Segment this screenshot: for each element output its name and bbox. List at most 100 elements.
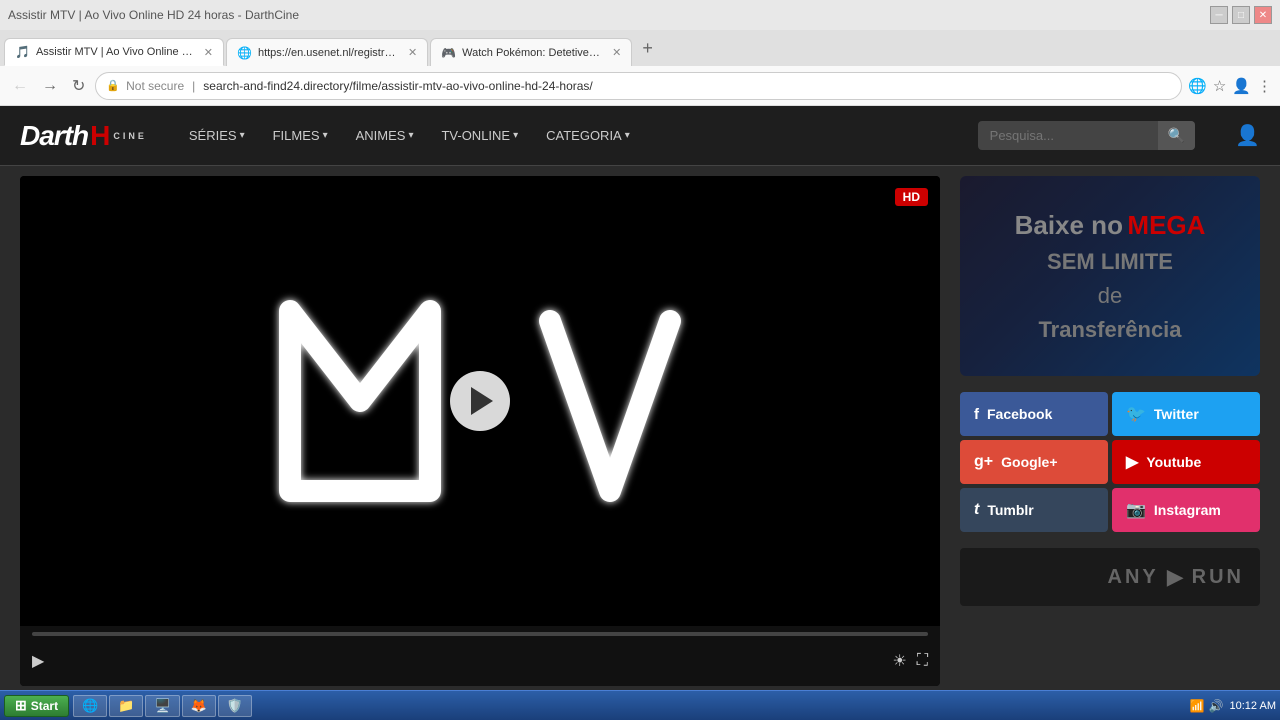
search-input[interactable] (978, 122, 1158, 149)
monitor-icon: 🖥️ (154, 698, 170, 714)
tab-1[interactable]: 🎵 Assistir MTV | Ao Vivo Online HD 24 ..… (4, 38, 224, 66)
play-control-button[interactable]: ▶ (32, 651, 44, 671)
site-header: Darth H CINE SÉRIES ▾ FILMES ▾ ANIMES ▾ … (0, 106, 1280, 166)
maximize-button[interactable]: □ (1232, 6, 1250, 24)
new-tab-button[interactable]: + (634, 38, 661, 59)
facebook-button[interactable]: f Facebook (960, 392, 1108, 436)
security-text: Not secure (126, 79, 184, 93)
taskbar-items: 🌐 📁 🖥️ 🦊 🛡️ (73, 695, 252, 717)
twitter-button[interactable]: 🐦 Twitter (1112, 392, 1260, 436)
series-arrow: ▾ (240, 130, 245, 141)
tray-sound-icon: 🔊 (1209, 699, 1224, 713)
folder-icon: 📁 (118, 698, 134, 714)
tumblr-button[interactable]: t Tumblr (960, 488, 1108, 532)
youtube-icon: ▶ (1126, 452, 1138, 472)
taskbar-antivirus[interactable]: 🛡️ (218, 695, 252, 717)
googleplus-button[interactable]: g+ Google+ (960, 440, 1108, 484)
ad-line1: Baixe no MEGA (1015, 210, 1206, 241)
profile-button[interactable]: 👤 (1232, 77, 1251, 95)
anyrun-play-icon: ▶ (1167, 564, 1184, 590)
video-section: HD ▶ ☀ ⛶ Video Sources 1294 Views (20, 176, 940, 690)
taskbar: ⊞ Start 🌐 📁 🖥️ 🦊 🛡️ 📶 🔊 10:12 AM (0, 690, 1280, 720)
windows-icon: ⊞ (15, 697, 27, 714)
tab-2-title: https://en.usenet.nl/registration/?u... (258, 47, 398, 59)
ad-sem-limite: SEM LIMITE (1047, 249, 1173, 275)
tab-bar: 🎵 Assistir MTV | Ao Vivo Online HD 24 ..… (0, 30, 1280, 66)
googleplus-icon: g+ (974, 453, 993, 471)
nav-tv-online[interactable]: TV-ONLINE ▾ (429, 120, 530, 151)
twitter-icon: 🐦 (1126, 404, 1146, 424)
anyrun-banner: ANY ▶ RUN (960, 548, 1260, 606)
firefox-icon: 🦊 (191, 698, 207, 714)
youtube-button[interactable]: ▶ Youtube (1112, 440, 1260, 484)
filmes-arrow: ▾ (323, 130, 328, 141)
brightness-button[interactable]: ☀ (892, 651, 906, 671)
taskbar-right: 📶 🔊 10:12 AM (1190, 699, 1276, 713)
ad-transferencia: Transferência (1038, 317, 1181, 343)
tab-2-close[interactable]: ✕ (408, 46, 417, 59)
tab-3-favicon: 🎮 (441, 46, 456, 60)
forward-button[interactable]: → (38, 75, 62, 97)
window-controls: ─ □ ✕ (1210, 6, 1272, 24)
taskbar-explorer[interactable]: 📁 (109, 695, 143, 717)
url-text: search-and-find24.directory/filme/assist… (203, 79, 592, 93)
tab-1-close[interactable]: ✕ (204, 46, 213, 59)
categoria-arrow: ▾ (625, 130, 630, 141)
reload-button[interactable]: ↻ (68, 74, 89, 98)
taskbar-ie[interactable]: 🌐 (73, 695, 107, 717)
instagram-icon: 📷 (1126, 500, 1146, 520)
address-bar[interactable]: 🔒 Not secure | search-and-find24.directo… (95, 72, 1182, 100)
tv-arrow: ▾ (513, 130, 518, 141)
video-controls: ▶ ☀ ⛶ (20, 636, 940, 686)
animes-arrow: ▾ (408, 130, 413, 141)
minimize-button[interactable]: ─ (1210, 6, 1228, 24)
close-button[interactable]: ✕ (1254, 6, 1272, 24)
play-button-overlay[interactable] (450, 371, 510, 431)
tab-2[interactable]: 🌐 https://en.usenet.nl/registration/?u..… (226, 38, 428, 66)
hd-badge: HD (895, 188, 928, 206)
anyrun-text: ANY (1108, 566, 1159, 589)
ie-icon: 🌐 (82, 698, 98, 714)
logo-h: H (90, 120, 109, 152)
website: Darth H CINE SÉRIES ▾ FILMES ▾ ANIMES ▾ … (0, 106, 1280, 690)
video-frame: HD (20, 176, 940, 626)
play-icon (471, 387, 493, 415)
video-progress-area (20, 626, 940, 636)
nav-bar: ← → ↻ 🔒 Not secure | search-and-find24.d… (0, 66, 1280, 106)
taskbar-monitor[interactable]: 🖥️ (145, 695, 179, 717)
video-container: HD ▶ ☀ ⛶ (20, 176, 940, 686)
nav-categoria[interactable]: CATEGORIA ▾ (534, 120, 642, 151)
tumblr-icon: t (974, 501, 979, 519)
search-button[interactable]: 🔍 (1158, 121, 1195, 150)
nav-series[interactable]: SÉRIES ▾ (177, 120, 257, 151)
site-logo[interactable]: Darth H CINE (20, 120, 147, 152)
taskbar-firefox[interactable]: 🦊 (182, 695, 216, 717)
tab-1-favicon: 🎵 (15, 45, 30, 59)
bookmark-button[interactable]: ☆ (1213, 77, 1226, 95)
social-grid: f Facebook 🐦 Twitter g+ Google+ ▶ Youtub… (960, 392, 1260, 532)
back-button[interactable]: ← (8, 75, 32, 97)
instagram-button[interactable]: 📷 Instagram (1112, 488, 1260, 532)
site-nav: SÉRIES ▾ FILMES ▾ ANIMES ▾ TV-ONLINE ▾ C… (177, 120, 642, 151)
search-bar: 🔍 (978, 121, 1195, 150)
title-bar: Assistir MTV | Ao Vivo Online HD 24 hora… (0, 0, 1280, 30)
start-button[interactable]: ⊞ Start (4, 695, 69, 717)
logo-cine: CINE (113, 131, 147, 141)
fullscreen-button[interactable]: ⛶ (917, 652, 928, 670)
tab-3-title: Watch Pokémon: Detetive Pikachu ( (462, 47, 602, 59)
logo-darth: Darth (20, 120, 88, 152)
system-tray: 📶 🔊 (1190, 699, 1224, 713)
menu-button[interactable]: ⋮ (1257, 77, 1272, 95)
tab-3-close[interactable]: ✕ (612, 46, 621, 59)
tray-network-icon: 📶 (1190, 699, 1205, 713)
nav-filmes[interactable]: FILMES ▾ (261, 120, 340, 151)
window-title: Assistir MTV | Ao Vivo Online HD 24 hora… (8, 8, 299, 22)
browser-icons: 🌐 ☆ 👤 ⋮ (1188, 77, 1272, 95)
translate-button[interactable]: 🌐 (1188, 77, 1207, 95)
tab-3[interactable]: 🎮 Watch Pokémon: Detetive Pikachu ( ✕ (430, 38, 632, 66)
tab-1-title: Assistir MTV | Ao Vivo Online HD 24 ... (36, 46, 194, 58)
main-content: HD ▶ ☀ ⛶ Video Sources 1294 Views (0, 166, 1280, 690)
user-button[interactable]: 👤 (1235, 123, 1260, 148)
nav-animes[interactable]: ANIMES ▾ (344, 120, 426, 151)
ad-de: de (1098, 283, 1122, 309)
